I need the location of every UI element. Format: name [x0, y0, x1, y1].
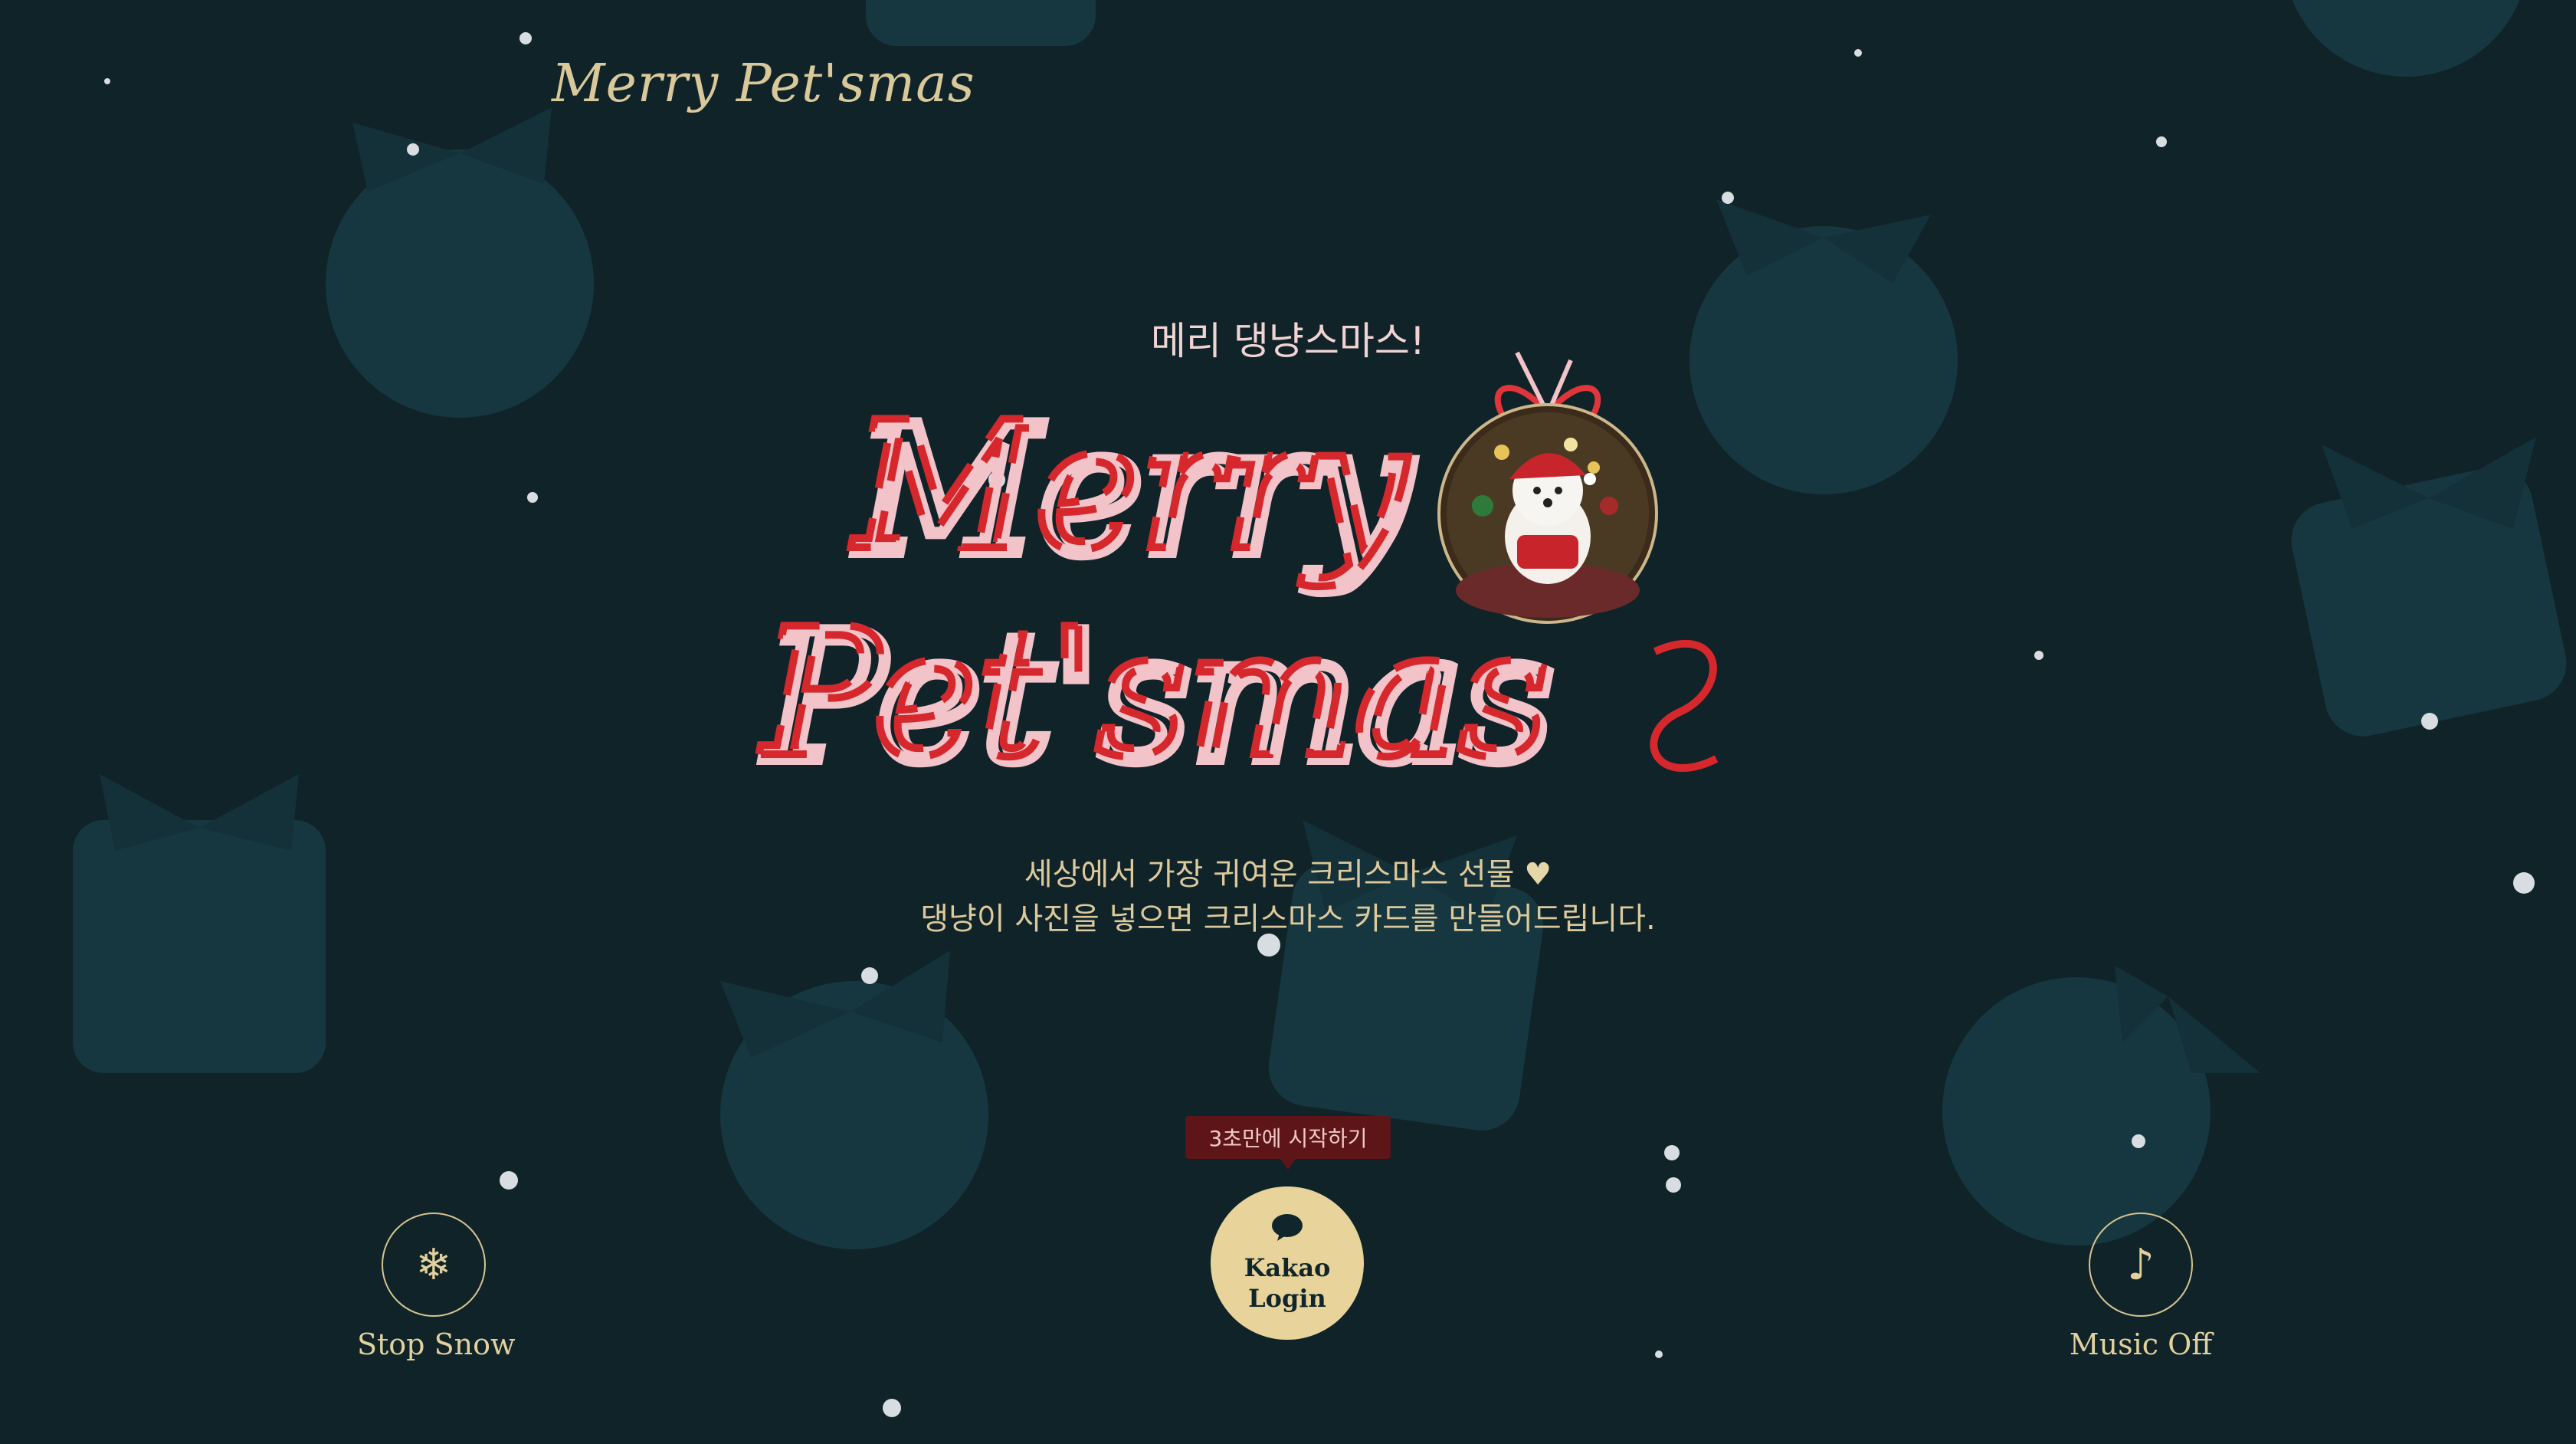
- hero-title: Merry Merry Pet'smas Pet'smas: [755, 351, 1719, 807]
- title-line-1-red: Merry: [850, 385, 1409, 589]
- snow-particle: [1655, 1350, 1663, 1358]
- snow-particle: [2156, 136, 2167, 147]
- description-line-1: 세상에서 가장 귀여운 크리스마스 선물 ♥: [0, 852, 2576, 897]
- gift-bg-icon: [2292, 0, 2520, 77]
- stop-snow-label: Stop Snow: [357, 1327, 516, 1361]
- snow-particle: [104, 78, 110, 84]
- snow-particle: [500, 1171, 518, 1190]
- stop-snow-button[interactable]: ❄ Stop Snow: [357, 1213, 516, 1361]
- snow-particle: [883, 1399, 901, 1417]
- music-note-icon: ♪: [2089, 1213, 2193, 1317]
- snow-particle: [2034, 651, 2043, 660]
- hero-description: 세상에서 가장 귀여운 크리스마스 선물 ♥ 댕냥이 사진을 넣으면 크리스마스…: [0, 852, 2576, 941]
- gift-bg-icon: [326, 107, 594, 418]
- title-line-2-red: Pet'smas: [759, 592, 1549, 796]
- gift-bg-icon: [2291, 437, 2567, 737]
- ornament-photo: [1437, 351, 1658, 624]
- chat-bubble-icon: [1270, 1213, 1304, 1248]
- gift-bg-icon: [1268, 820, 1544, 1131]
- snow-particle: [861, 967, 878, 984]
- snow-particle: [1722, 192, 1734, 204]
- snow-particle: [527, 492, 538, 503]
- music-off-button[interactable]: ♪ Music Off: [2064, 1213, 2217, 1361]
- snow-particle: [1664, 1145, 1680, 1160]
- snowflake-icon: ❄: [382, 1213, 486, 1317]
- heart-icon: ♥: [1524, 857, 1552, 892]
- snow-particle: [2421, 713, 2438, 730]
- login-tooltip: 3초만에 시작하기: [1185, 1116, 1391, 1170]
- snow-particle: [2132, 1134, 2145, 1148]
- gift-bg-icon: [720, 950, 988, 1249]
- snow-particle: [1666, 1177, 1681, 1193]
- logo[interactable]: Merry Pet'smas: [552, 54, 975, 114]
- description-line-1-text: 세상에서 가장 귀여운 크리스마스 선물: [1024, 857, 1515, 892]
- snow-particle: [519, 32, 532, 44]
- snow-particle: [1854, 49, 1862, 57]
- page: Merry Pet'smas 메리 댕냥스마스! Merry Merry Pet…: [0, 0, 2576, 1444]
- description-line-2: 댕냥이 사진을 넣으면 크리스마스 카드를 만들어드립니다.: [920, 901, 1656, 937]
- snow-particle: [407, 143, 419, 156]
- kakao-login-button[interactable]: Kakao Login: [1211, 1186, 1364, 1340]
- kakao-login-label: Kakao Login: [1244, 1252, 1331, 1313]
- music-off-label: Music Off: [2069, 1327, 2213, 1361]
- gift-bg-icon: [866, 0, 1096, 46]
